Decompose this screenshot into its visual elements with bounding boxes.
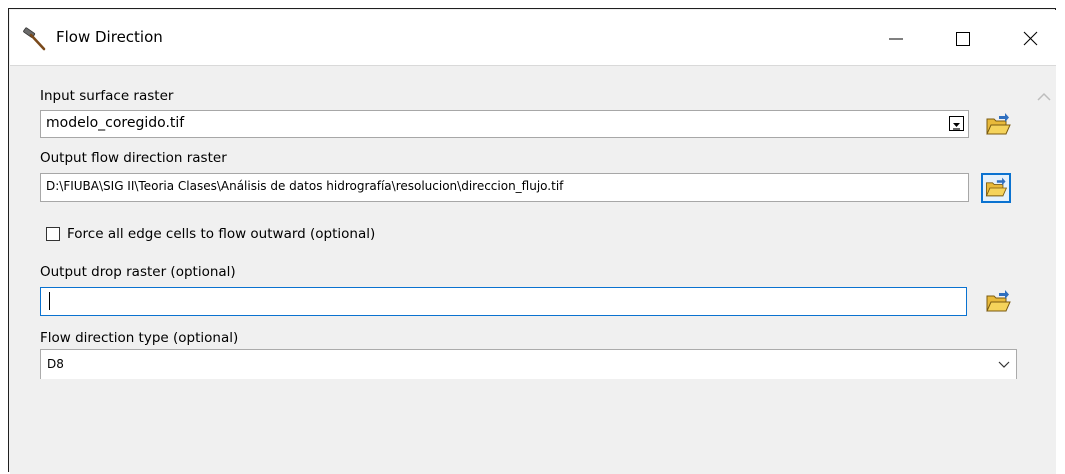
force-edge-cells-checkbox[interactable] [46,227,60,241]
title-bar: Flow Direction [10,10,1056,65]
output-flow-direction-raster-label: Output flow direction raster [40,150,227,166]
minimize-button[interactable] [878,18,918,58]
output-flow-direction-raster-input[interactable]: D:\FIUBA\SIG II\Teoria Clases\Análisis d… [40,173,969,202]
minimize-icon [889,38,903,40]
browse-drop-button[interactable] [983,287,1013,317]
flow-direction-type-value: D8 [47,357,64,371]
browse-input-button[interactable] [983,110,1013,140]
maximize-button[interactable] [944,18,984,58]
output-drop-raster-label: Output drop raster (optional) [40,264,236,280]
close-button[interactable] [1012,18,1052,58]
chevron-down-icon [953,123,960,130]
flow-direction-type-select[interactable]: D8 [40,349,1017,379]
folder-open-icon [986,290,1011,312]
input-surface-raster-value: modelo_coregido.tif [46,115,185,131]
folder-open-icon [986,113,1011,135]
input-surface-raster-label: Input surface raster [40,88,174,104]
output-drop-raster-input[interactable] [40,287,967,316]
background-strip [0,0,1065,8]
combo-dropdown-button[interactable] [949,116,964,131]
hammer-icon [23,27,46,51]
force-edge-cells-label: Force all edge cells to flow outward (op… [67,226,376,242]
folder-open-icon [985,177,1008,197]
close-icon [1023,31,1038,46]
text-cursor [49,292,50,310]
chevron-up-icon[interactable] [1036,90,1052,104]
browse-output-button[interactable] [981,173,1011,203]
input-surface-raster-combo[interactable]: modelo_coregido.tif [40,110,969,138]
output-flow-direction-raster-value: D:\FIUBA\SIG II\Teoria Clases\Análisis d… [46,179,564,193]
window-title: Flow Direction [56,28,163,46]
flow-direction-type-label: Flow direction type (optional) [40,330,239,346]
maximize-icon [956,32,970,46]
chevron-down-icon [998,361,1010,368]
